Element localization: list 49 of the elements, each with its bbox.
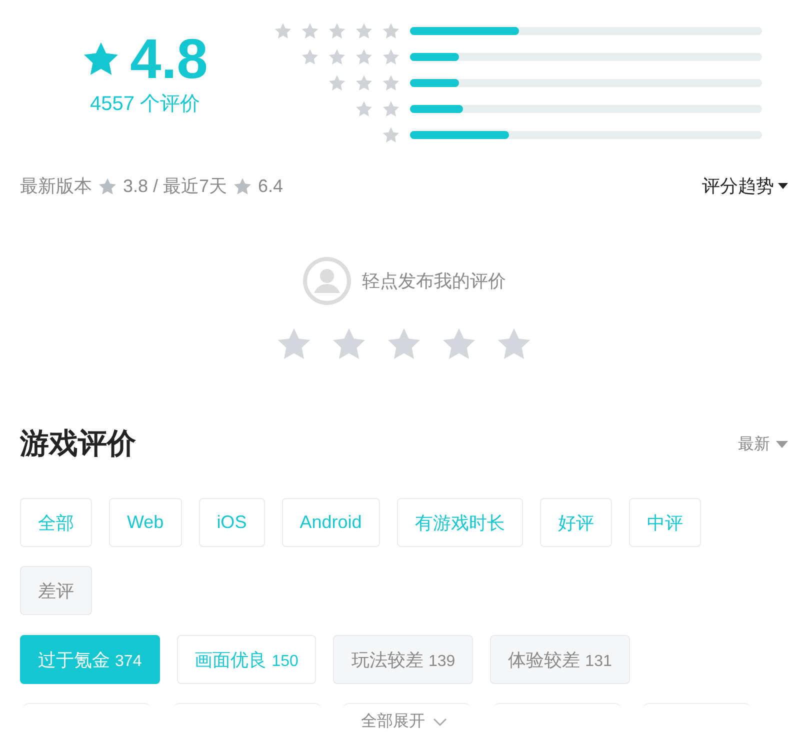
rating-trend-button[interactable]: 评分趋势: [702, 174, 788, 198]
star-icon: [274, 22, 292, 40]
filter-tab[interactable]: iOS: [198, 498, 265, 547]
section-title: 游戏评价: [20, 427, 136, 462]
chevron-down-icon: [433, 718, 447, 726]
star-rating-button[interactable]: [331, 326, 367, 362]
avatar-icon: [302, 256, 352, 306]
filter-tab[interactable]: 中评: [628, 498, 701, 547]
star-icon: [382, 100, 400, 118]
rating-score: 4.8: [130, 28, 208, 90]
star-icon: [382, 126, 400, 144]
tag-filter[interactable]: 过于氪金 374: [20, 635, 160, 684]
expand-all-button[interactable]: 全部展开: [361, 711, 447, 732]
star-icon: [355, 22, 373, 40]
star-icon: [301, 48, 319, 66]
tag-filter[interactable]: 画面优良 150: [176, 635, 316, 684]
filter-tab[interactable]: 差评: [20, 566, 92, 615]
filter-tab[interactable]: Web: [109, 498, 182, 547]
star-icon: [355, 48, 373, 66]
star-icon: [355, 100, 373, 118]
star-icon: [382, 48, 400, 66]
star-rating-button[interactable]: [276, 326, 312, 362]
star-icon: [98, 176, 117, 196]
latest-version-score: 3.8 / 最近7天: [123, 175, 228, 198]
latest-version-label: 最新版本: [20, 175, 92, 198]
caret-icon: [776, 440, 788, 448]
rating-input[interactable]: [276, 326, 532, 362]
star-icon: [301, 22, 319, 40]
sort-dropdown[interactable]: 最新: [738, 434, 788, 454]
star-rating-button[interactable]: [386, 326, 422, 362]
star-icon: [328, 74, 346, 92]
star-icon: [355, 74, 373, 92]
caret-icon: [778, 183, 788, 189]
recent-score: 6.4: [258, 176, 284, 196]
star-icon: [382, 74, 400, 92]
star-rating-button[interactable]: [441, 326, 477, 362]
star-icon: [382, 22, 400, 40]
write-review-button[interactable]: 轻点发布我的评价: [302, 256, 506, 306]
star-icon: [328, 48, 346, 66]
star-icon: [233, 176, 252, 196]
filter-tab[interactable]: 有游戏时长: [396, 498, 523, 547]
rating-count: 4557 个评价: [90, 92, 200, 117]
star-rating-button[interactable]: [496, 326, 532, 362]
star-icon: [328, 22, 346, 40]
tag-filter[interactable]: 体验较差 131: [490, 635, 630, 684]
tag-filter[interactable]: 玩法较差 139: [333, 635, 474, 684]
filter-tab[interactable]: 好评: [540, 498, 612, 547]
filter-tab[interactable]: Android: [282, 498, 380, 547]
filter-tab[interactable]: 全部: [20, 498, 92, 547]
